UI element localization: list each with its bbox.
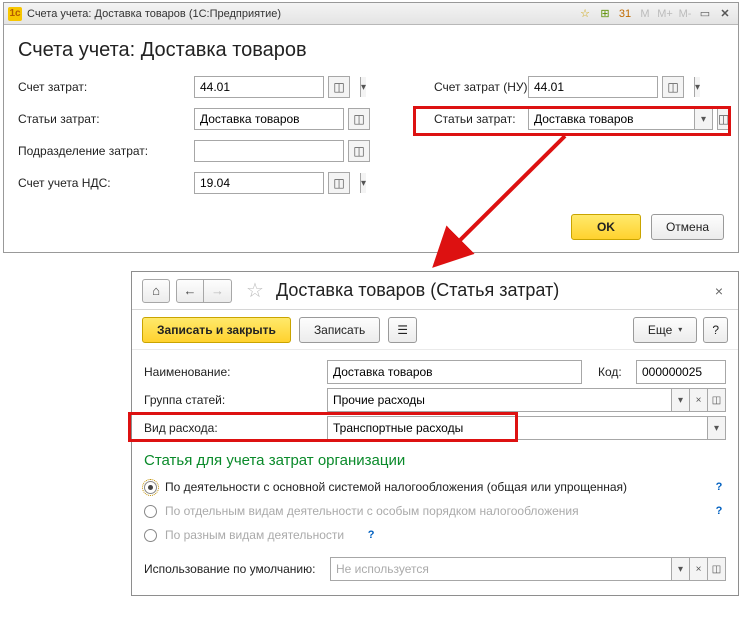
radio-mixed[interactable] — [144, 529, 157, 542]
more-label: Еще — [648, 323, 672, 337]
section-title: Статья для учета затрат организации — [144, 452, 726, 469]
cost-items-label: Статьи затрат: — [18, 112, 194, 126]
accounts-dialog: 1c Счета учета: Доставка товаров (1С:Пре… — [3, 2, 739, 253]
help-icon[interactable]: ? — [364, 528, 378, 542]
chevron-down-icon[interactable]: ▾ — [694, 109, 712, 129]
radio-main-tax-label: По деятельности с основной системой нало… — [165, 480, 627, 494]
cost-account-combo[interactable]: ▾ — [194, 76, 324, 98]
more-button[interactable]: Еще ▾ — [633, 317, 697, 343]
open-ref-icon[interactable]: ◫ — [348, 108, 370, 130]
memory-mminus-button[interactable]: M- — [676, 6, 694, 22]
cost-items-combo[interactable]: ▾ — [194, 108, 344, 130]
help-icon[interactable]: ? — [712, 504, 726, 518]
cancel-button[interactable]: Отмена — [651, 214, 724, 240]
radio-special-tax-label: По отдельным видам деятельности с особым… — [165, 504, 579, 518]
expense-type-input[interactable] — [328, 417, 707, 439]
cost-items-nu-combo[interactable]: ▾ — [528, 108, 713, 130]
home-button[interactable]: ⌂ — [142, 279, 170, 303]
cost-items-nu-input[interactable] — [529, 109, 694, 129]
titlebar: 1c Счета учета: Доставка товаров (1С:Пре… — [4, 3, 738, 25]
expense-type-combo[interactable]: ▾ — [327, 416, 726, 440]
save-button[interactable]: Записать — [299, 317, 380, 343]
chevron-down-icon: ▾ — [678, 325, 682, 334]
open-ref-icon[interactable]: ◫ — [328, 172, 350, 194]
vat-account-label: Счет учета НДС: — [18, 176, 194, 190]
save-close-button[interactable]: Записать и закрыть — [142, 317, 291, 343]
chevron-down-icon[interactable]: ▾ — [671, 558, 689, 580]
radio-main-tax[interactable] — [144, 481, 157, 494]
cost-account-nu-label: Счет затрат (НУ): — [434, 80, 528, 94]
subdivision-label: Подразделение затрат: — [18, 144, 194, 158]
cost-account-label: Счет затрат: — [18, 80, 194, 94]
clear-icon[interactable]: × — [689, 558, 707, 580]
minimize-icon[interactable]: ▭ — [696, 6, 714, 22]
clear-icon[interactable]: × — [689, 389, 707, 411]
ok-button[interactable]: OK — [571, 214, 641, 240]
forward-button[interactable]: → — [204, 279, 232, 303]
open-ref-icon[interactable]: ◫ — [662, 76, 684, 98]
name-input[interactable] — [327, 360, 582, 384]
chevron-down-icon[interactable]: ▾ — [360, 173, 366, 193]
expense-type-label: Вид расхода: — [144, 421, 319, 435]
code-input[interactable] — [636, 360, 726, 384]
page-title: Счета учета: Доставка товаров — [18, 39, 724, 62]
app-icon: 1c — [8, 7, 22, 21]
chevron-down-icon[interactable]: ▾ — [671, 389, 689, 411]
group-combo[interactable]: ▾ × ◫ — [327, 388, 726, 412]
favorite-icon[interactable]: ☆ — [576, 6, 594, 22]
open-ref-icon[interactable]: ◫ — [707, 389, 725, 411]
star-icon[interactable]: ☆ — [246, 278, 264, 303]
radio-mixed-label: По разным видам деятельности — [165, 528, 344, 542]
subdivision-combo[interactable]: ▾ — [194, 140, 344, 162]
window-title: Счета учета: Доставка товаров (1С:Предпр… — [27, 8, 281, 20]
memory-mplus-button[interactable]: M+ — [656, 6, 674, 22]
help-icon[interactable]: ? — [712, 480, 726, 494]
chevron-down-icon[interactable]: ▾ — [360, 77, 366, 97]
subdivision-input[interactable] — [195, 141, 360, 161]
help-button[interactable]: ? — [703, 317, 728, 343]
open-ref-icon[interactable]: ◫ — [328, 76, 350, 98]
list-icon[interactable]: ☰ — [388, 317, 417, 343]
name-label: Наименование: — [144, 365, 319, 379]
calendar-icon[interactable]: 31 — [616, 6, 634, 22]
close-icon[interactable]: ✕ — [716, 6, 734, 22]
calculator-icon[interactable]: ⊞ — [596, 6, 614, 22]
usage-combo[interactable]: ▾ × ◫ — [330, 557, 726, 581]
group-label: Группа статей: — [144, 393, 319, 407]
close-icon[interactable]: × — [710, 282, 728, 300]
cost-items-input[interactable] — [195, 109, 360, 129]
code-label: Код: — [598, 365, 628, 379]
radio-special-tax[interactable] — [144, 505, 157, 518]
cost-item-dialog: ⌂ ← → ☆ Доставка товаров (Статья затрат)… — [131, 271, 739, 596]
memory-m-button[interactable]: M — [636, 6, 654, 22]
chevron-down-icon[interactable]: ▾ — [694, 77, 700, 97]
dialog-title: Доставка товаров (Статья затрат) — [276, 280, 559, 301]
group-input[interactable] — [328, 389, 671, 411]
cost-items-nu-label: Статьи затрат: — [434, 112, 528, 126]
open-ref-icon[interactable]: ◫ — [717, 108, 730, 130]
toolbar: Записать и закрыть Записать ☰ Еще ▾ ? — [132, 310, 738, 350]
cost-account-nu-combo[interactable]: ▾ — [528, 76, 658, 98]
open-ref-icon[interactable]: ◫ — [348, 140, 370, 162]
vat-account-combo[interactable]: ▾ — [194, 172, 324, 194]
navbar: ⌂ ← → ☆ Доставка товаров (Статья затрат)… — [132, 272, 738, 310]
chevron-down-icon[interactable]: ▾ — [707, 417, 725, 439]
usage-input[interactable] — [331, 558, 671, 580]
open-ref-icon[interactable]: ◫ — [707, 558, 725, 580]
usage-label: Использование по умолчанию: — [144, 562, 322, 576]
back-button[interactable]: ← — [176, 279, 204, 303]
